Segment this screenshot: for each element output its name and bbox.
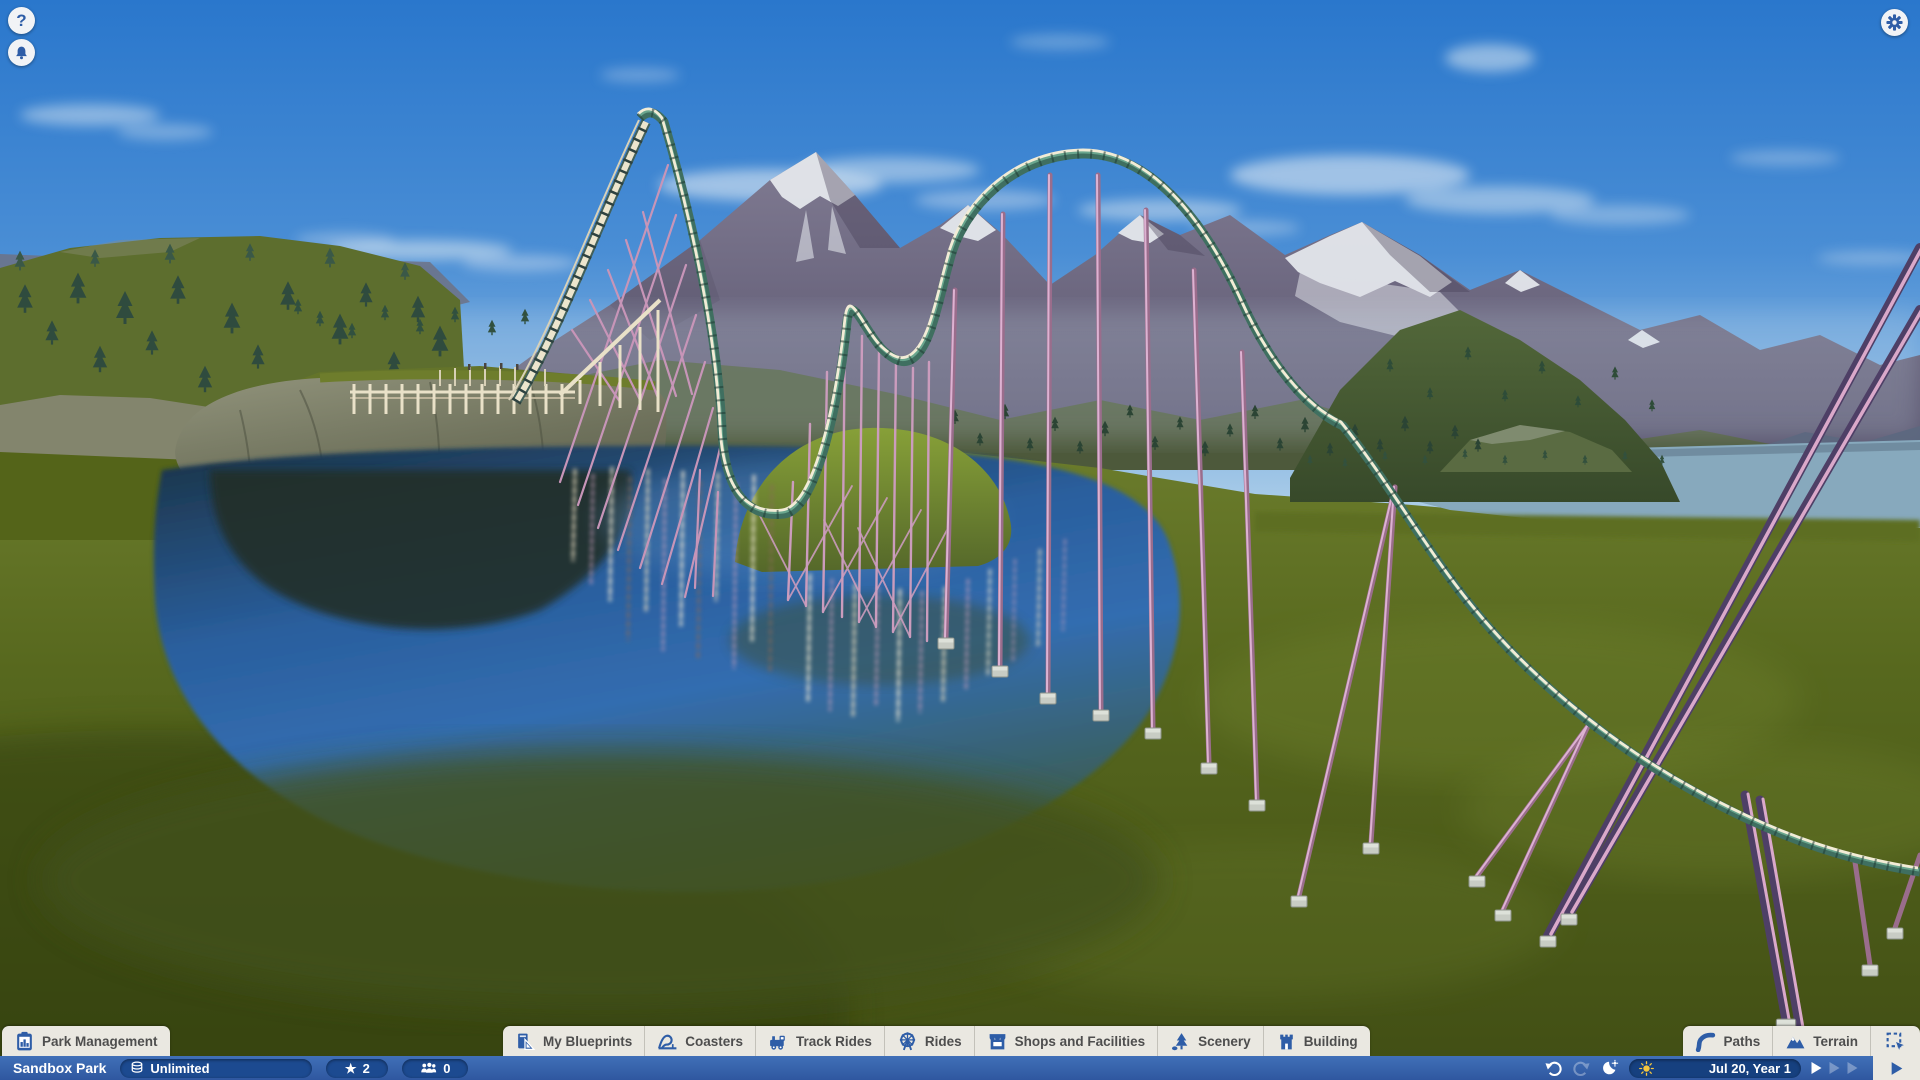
park-rating-pill[interactable]: ★ 2: [326, 1059, 388, 1078]
guest-count-pill[interactable]: 0: [402, 1059, 468, 1078]
speed-normal-button[interactable]: [1810, 1061, 1823, 1075]
tab-label: Track Rides: [796, 1034, 872, 1049]
tab-terrain[interactable]: Terrain: [1773, 1026, 1871, 1056]
day-night-toggle-button[interactable]: [1600, 1059, 1620, 1077]
scene-viewport[interactable]: [0, 0, 1920, 1080]
star-icon: ★: [345, 1062, 357, 1075]
tab-label: Shops and Facilities: [1015, 1034, 1146, 1049]
park-name: Sandbox Park: [13, 1060, 106, 1076]
shop-icon: [987, 1031, 1008, 1052]
question-mark-icon: ?: [16, 11, 26, 31]
tab-label: Park Management: [42, 1034, 158, 1049]
tab-building[interactable]: Building: [1264, 1026, 1370, 1056]
tab-rides[interactable]: Rides: [885, 1026, 975, 1056]
money-value: Unlimited: [150, 1061, 209, 1076]
speed-fastest-button[interactable]: [1846, 1061, 1859, 1075]
path-icon: [1695, 1031, 1716, 1052]
coaster-icon: [657, 1031, 678, 1052]
train-icon: [768, 1031, 789, 1052]
toolbar-center-group: My Blueprints Coasters Track Rides: [503, 1026, 1370, 1056]
statusbar: Sandbox Park Unlimited ★ 2: [0, 1056, 1920, 1080]
tab-label: Scenery: [1198, 1034, 1251, 1049]
planet-coaster-window: ? Park Management: [0, 0, 1920, 1080]
ferris-wheel-icon: [897, 1031, 918, 1052]
guests-icon: [420, 1062, 437, 1075]
play-icon: [1890, 1061, 1904, 1076]
help-button[interactable]: ?: [8, 7, 35, 34]
date-pill[interactable]: Jul 20, Year 1: [1629, 1059, 1801, 1078]
date-value: Jul 20, Year 1: [1709, 1061, 1791, 1076]
marquee-select-icon: [1885, 1031, 1906, 1052]
tab-label: Rides: [925, 1034, 962, 1049]
tab-park-management[interactable]: Park Management: [2, 1026, 170, 1056]
blueprint-icon: [515, 1031, 536, 1052]
tab-label: Coasters: [685, 1034, 743, 1049]
toolbar-right-group: Paths Terrain: [1683, 1026, 1920, 1056]
tab-paths[interactable]: Paths: [1683, 1026, 1773, 1056]
tab-label: My Blueprints: [543, 1034, 632, 1049]
statusbar-right: Jul 20, Year 1: [1544, 1056, 1920, 1080]
toolbar-left-group: Park Management: [2, 1026, 170, 1056]
tab-label: Building: [1304, 1034, 1358, 1049]
tab-coasters[interactable]: Coasters: [645, 1026, 756, 1056]
redo-button[interactable]: [1572, 1060, 1591, 1077]
coins-icon: [130, 1061, 144, 1075]
tab-multi-select[interactable]: [1871, 1026, 1920, 1056]
gear-icon: [1886, 14, 1903, 31]
castle-icon: [1276, 1031, 1297, 1052]
money-pill[interactable]: Unlimited: [120, 1059, 312, 1078]
statusbar-left: Sandbox Park Unlimited ★ 2: [0, 1059, 468, 1078]
notifications-button[interactable]: [8, 39, 35, 66]
guest-count-value: 0: [443, 1061, 450, 1076]
play-pause-button[interactable]: [1873, 1056, 1920, 1080]
settings-button[interactable]: [1881, 9, 1908, 36]
tab-label: Paths: [1723, 1034, 1760, 1049]
sun-icon: [1639, 1061, 1654, 1076]
waterline-blend: [40, 750, 1160, 1010]
tab-scenery[interactable]: Scenery: [1158, 1026, 1264, 1056]
tab-shops-and-facilities[interactable]: Shops and Facilities: [975, 1026, 1159, 1056]
park-management-icon: [14, 1031, 35, 1052]
tab-label: Terrain: [1813, 1034, 1858, 1049]
tab-my-blueprints[interactable]: My Blueprints: [503, 1026, 645, 1056]
speed-fast-button[interactable]: [1828, 1061, 1841, 1075]
tab-track-rides[interactable]: Track Rides: [756, 1026, 885, 1056]
bell-icon: [14, 45, 29, 61]
undo-button[interactable]: [1544, 1060, 1563, 1077]
tree-icon: [1170, 1031, 1191, 1052]
mountain-icon: [1785, 1031, 1806, 1052]
park-rating-value: 2: [363, 1061, 370, 1076]
